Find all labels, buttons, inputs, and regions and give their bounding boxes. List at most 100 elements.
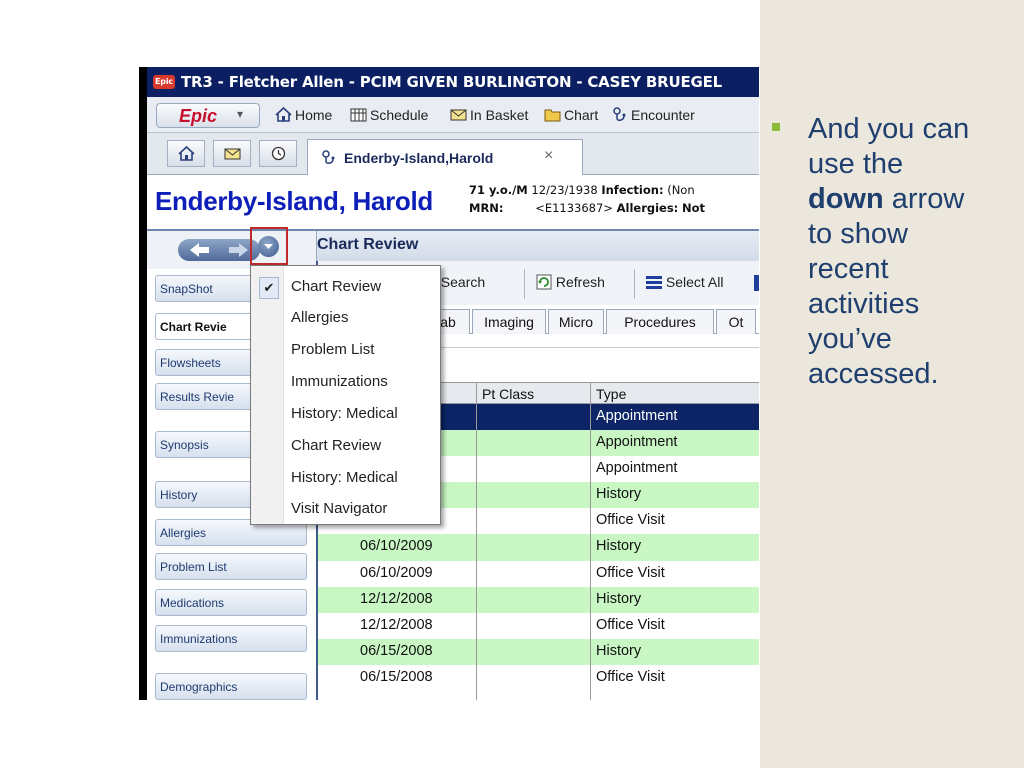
select-all-button[interactable]: Select All — [646, 274, 723, 290]
chevron-down-icon: ▾ — [237, 107, 244, 121]
patient-header: Enderby-Island, Harold 71 y.o./M 12/23/1… — [147, 175, 759, 231]
refresh-label: Refresh — [555, 274, 605, 290]
row-date: 06/10/2009 — [360, 538, 433, 555]
encounter-label: Encounter — [631, 107, 695, 123]
back-forward-buttons[interactable] — [178, 239, 260, 261]
column-header-type[interactable]: Type — [596, 386, 626, 402]
mrn-value: <E1133687> — [535, 201, 613, 215]
mrn-label: MRN: — [469, 201, 504, 215]
tab-micro[interactable]: Micro — [548, 309, 604, 334]
row-type: Office Visit — [596, 564, 665, 581]
toolbar-divider — [634, 269, 635, 299]
patient-name: Enderby-Island, Harold — [155, 186, 434, 216]
close-icon[interactable]: × — [544, 147, 553, 165]
row-date: 12/12/2008 — [360, 590, 433, 607]
chart-label: Chart — [564, 107, 599, 123]
overflow-icon — [754, 275, 759, 291]
tab-imaging[interactable]: Imaging — [472, 309, 546, 334]
in-basket-label: In Basket — [470, 107, 529, 123]
allergies-label: Allergies: — [616, 201, 679, 215]
menu-item-visit-navigator[interactable]: Visit Navigator — [291, 500, 387, 517]
column-divider — [476, 382, 477, 700]
schedule-icon — [350, 108, 367, 122]
menu-item-problem-list[interactable]: Problem List — [291, 341, 374, 358]
table-row[interactable]: 06/10/2009 History — [318, 534, 759, 561]
bullet-line: use the — [808, 148, 904, 180]
row-date: 06/15/2008 — [360, 642, 433, 659]
row-type: History — [596, 486, 642, 503]
infection-value: (Non — [667, 183, 695, 197]
refresh-button[interactable]: Refresh — [536, 274, 605, 290]
bullet-text: And you can use the down arrow to show r… — [808, 112, 1008, 392]
schedule-button[interactable]: Schedule — [350, 107, 428, 123]
table-row[interactable]: 06/15/2008 History — [318, 638, 759, 665]
row-type: History — [596, 590, 642, 607]
row-type: Appointment — [596, 460, 678, 477]
bullet-line: you’ve — [808, 323, 892, 355]
row-type: Office Visit — [596, 668, 665, 685]
menu-item-history-medical[interactable]: History: Medical — [291, 469, 398, 486]
tab-other[interactable]: Ot — [716, 309, 756, 334]
main-toolbar: Epic ▾ Home Schedule In Basket Chart Enc… — [147, 97, 759, 133]
menu-item-immunizations[interactable]: Immunizations — [291, 373, 388, 390]
table-row[interactable]: 06/10/2009 Office Visit — [318, 561, 759, 587]
allergies-value: Not — [681, 201, 705, 215]
bullet-line: recent — [808, 253, 889, 285]
activity-title: Chart Review — [317, 236, 419, 253]
row-date: 06/10/2009 — [360, 564, 433, 581]
row-type: Office Visit — [596, 512, 665, 529]
row-type: Appointment — [596, 408, 678, 424]
encounter-button[interactable]: Encounter — [611, 107, 695, 123]
epic-menu-button[interactable]: Epic ▾ — [156, 103, 260, 128]
row-date: 12/12/2008 — [360, 616, 433, 633]
column-divider — [590, 382, 591, 700]
refresh-icon — [536, 274, 552, 290]
sidebar-item-medications[interactable]: Medications — [155, 589, 307, 616]
checkmark-icon: ✔ — [259, 277, 279, 299]
in-basket-button[interactable]: In Basket — [450, 107, 528, 123]
sidebar-item-immunizations[interactable]: Immunizations — [155, 625, 307, 652]
back-forward-arrows-icon — [190, 243, 248, 257]
chart-button[interactable]: Chart — [544, 107, 598, 123]
sidebar-item-demographics[interactable]: Demographics — [155, 673, 307, 700]
recent-tab-button[interactable] — [259, 140, 297, 167]
home-tab-button[interactable] — [167, 140, 205, 167]
chart-folder-icon — [544, 109, 561, 122]
bullet-line: accessed. — [808, 358, 939, 390]
clock-icon — [271, 146, 286, 161]
infection-label: Infection: — [601, 183, 664, 197]
home-button[interactable]: Home — [275, 107, 332, 123]
in-basket-tab-button[interactable] — [213, 140, 251, 167]
row-type: History — [596, 538, 642, 555]
patient-tab[interactable]: Enderby-Island,Harold × — [307, 139, 583, 175]
menu-item-chart-review[interactable]: Chart Review — [291, 437, 381, 454]
workspace-tab-bar: Enderby-Island,Harold × — [147, 133, 759, 175]
epic-app-icon: Epic — [153, 75, 175, 89]
menu-item-history-medical[interactable]: History: Medical — [291, 405, 398, 422]
window-left-edge — [139, 67, 147, 700]
column-header-pt-class[interactable]: Pt Class — [482, 386, 534, 402]
tab-procedures[interactable]: Procedures — [606, 309, 714, 334]
row-type: Office Visit — [596, 616, 665, 633]
table-row[interactable]: 12/12/2008 Office Visit — [318, 613, 759, 639]
table-row[interactable]: 12/12/2008 History — [318, 586, 759, 613]
home-icon — [275, 107, 292, 122]
patient-demographics-line2: MRN: <E1133687> Allergies: Not — [469, 201, 705, 215]
patient-age-sex: 71 y.o./M — [469, 183, 528, 197]
list-icon — [646, 276, 662, 289]
patient-tab-label: Enderby-Island,Harold — [344, 150, 494, 166]
window-title: TR3 - Fletcher Allen - PCIM GIVEN BURLIN… — [181, 73, 723, 91]
epic-logo: Epic — [179, 106, 218, 126]
toolbar-divider — [524, 269, 525, 299]
table-row[interactable]: 06/15/2008 Office Visit — [318, 665, 759, 691]
row-type: History — [596, 642, 642, 659]
menu-item-allergies[interactable]: Allergies — [291, 309, 349, 326]
schedule-label: Schedule — [370, 107, 429, 123]
epic-window: Epic TR3 - Fletcher Allen - PCIM GIVEN B… — [139, 67, 759, 700]
select-all-label: Select All — [665, 274, 724, 290]
recent-activities-menu: ✔ Chart Review Allergies Problem List Im… — [250, 265, 441, 525]
encounter-icon — [613, 107, 626, 121]
sidebar-item-problem-list[interactable]: Problem List — [155, 553, 307, 580]
menu-item-chart-review[interactable]: Chart Review — [291, 278, 381, 295]
bullet-line: activities — [808, 288, 920, 320]
